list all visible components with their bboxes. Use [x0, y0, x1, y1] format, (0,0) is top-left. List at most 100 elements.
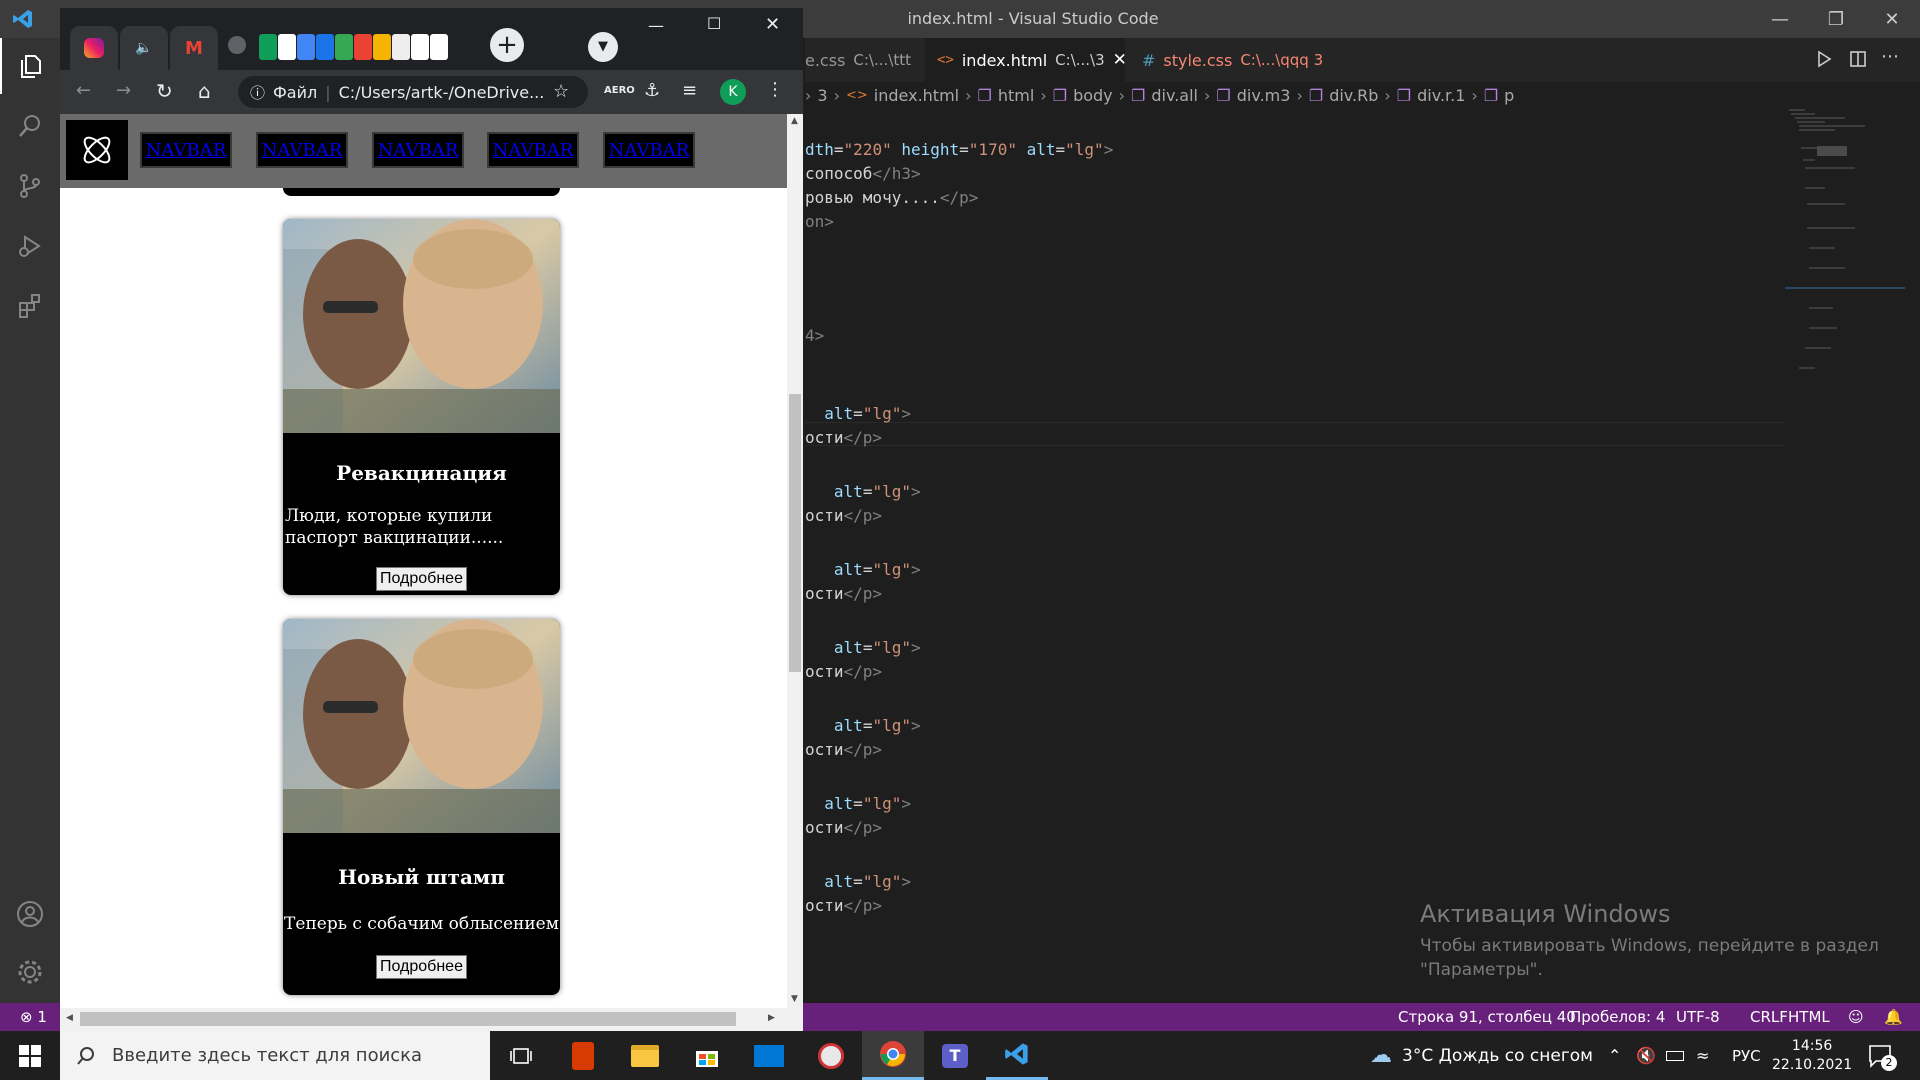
- vertical-scrollbar[interactable]: ▲ ▼: [787, 114, 803, 1008]
- explorer-icon[interactable]: [0, 38, 60, 94]
- source-control-icon[interactable]: [0, 158, 60, 214]
- split-editor-icon[interactable]: [1849, 50, 1867, 72]
- line-ending[interactable]: CRLF: [1750, 1008, 1788, 1026]
- more-actions-icon[interactable]: ⋯: [1881, 46, 1899, 67]
- microsoft-store-icon[interactable]: [676, 1031, 738, 1080]
- extensions-puzzle-icon[interactable]: ⚓: [644, 80, 660, 101]
- breadcrumb-item[interactable]: div.all: [1151, 86, 1198, 105]
- aero-extension-icon[interactable]: AERO: [604, 85, 635, 96]
- tab-mini-favicon-icon[interactable]: [297, 34, 315, 60]
- scroll-left-arrow-icon[interactable]: ◀: [66, 1013, 73, 1023]
- details-button[interactable]: Подробнее: [376, 955, 467, 979]
- chrome-taskbar-icon[interactable]: [862, 1031, 924, 1080]
- task-view-icon[interactable]: [490, 1031, 552, 1080]
- tab-instagram[interactable]: [70, 26, 118, 70]
- breadcrumb-item[interactable]: html: [998, 86, 1034, 105]
- paint-icon[interactable]: [800, 1031, 862, 1080]
- run-icon[interactable]: [1815, 50, 1833, 72]
- wifi-icon[interactable]: ≈: [1696, 1031, 1709, 1080]
- nav-link[interactable]: NAVBAR: [609, 140, 690, 161]
- extensions-icon[interactable]: [0, 278, 60, 334]
- breadcrumb-item[interactable]: index.html: [874, 86, 959, 105]
- code-editor[interactable]: dth="220" height="170" alt="lg"> сопособ<…: [805, 130, 1785, 1000]
- run-debug-icon[interactable]: [0, 218, 60, 274]
- minimap[interactable]: [1785, 108, 1905, 1008]
- address-bar[interactable]: ⓘ Файл | C:/Users/artk-/OneDrive...: [238, 76, 588, 108]
- minimize-icon[interactable]: —: [648, 16, 664, 35]
- tab-mini-favicon-icon[interactable]: [278, 34, 296, 60]
- clock[interactable]: 14:56 22.10.2021: [1772, 1031, 1852, 1080]
- profile-avatar[interactable]: K: [720, 79, 746, 105]
- vscode-taskbar-icon[interactable]: [986, 1031, 1048, 1080]
- tab-mini-favicon-icon[interactable]: [316, 34, 334, 60]
- tab-gmail[interactable]: M: [170, 26, 218, 70]
- mail-icon[interactable]: [738, 1031, 800, 1080]
- notifications-bell-icon[interactable]: 🔔: [1884, 1008, 1903, 1026]
- scrollbar-thumb[interactable]: [789, 394, 801, 672]
- tab-mini-favicon-icon[interactable]: [411, 34, 429, 60]
- nav-item[interactable]: NAVBAR: [140, 132, 232, 168]
- maximize-icon[interactable]: ☐: [707, 14, 721, 33]
- breadcrumb-item[interactable]: p: [1504, 86, 1514, 105]
- nav-link[interactable]: NAVBAR: [378, 140, 459, 161]
- search-icon[interactable]: [0, 98, 60, 154]
- breadcrumb-item[interactable]: div.r.1: [1417, 86, 1465, 105]
- indentation[interactable]: Пробелов: 4: [1570, 1008, 1665, 1026]
- site-logo[interactable]: [66, 120, 128, 180]
- tab-search-chevron-icon[interactable]: ▼: [588, 32, 618, 62]
- accounts-icon[interactable]: [0, 886, 60, 942]
- bookmark-star-icon[interactable]: ☆: [553, 81, 569, 102]
- tab-mini-favicon-icon[interactable]: [430, 34, 448, 60]
- feedback-icon[interactable]: ☺: [1848, 1008, 1864, 1026]
- tab-index-html[interactable]: <> index.html C:\...\3 ✕: [925, 38, 1127, 82]
- nav-item[interactable]: NAVBAR: [603, 132, 695, 168]
- tab-mini-favicon-icon[interactable]: [335, 34, 353, 60]
- battery-icon[interactable]: [1666, 1031, 1684, 1080]
- home-icon[interactable]: ⌂: [198, 79, 211, 103]
- tray-chevron-up-icon[interactable]: ⌃: [1608, 1031, 1621, 1080]
- nav-link[interactable]: NAVBAR: [262, 140, 343, 161]
- media-queue-icon[interactable]: ≡: [682, 80, 697, 101]
- nav-item[interactable]: NAVBAR: [256, 132, 348, 168]
- scrollbar-thumb[interactable]: [80, 1012, 736, 1026]
- tab-mini-favicon-icon[interactable]: [354, 34, 372, 60]
- restore-button[interactable]: ❐: [1808, 0, 1864, 38]
- tab-mini-favicon-icon[interactable]: [259, 34, 277, 60]
- cursor-position[interactable]: Строка 91, столбец 40: [1398, 1008, 1576, 1026]
- tab-mini-favicon-icon[interactable]: [373, 34, 391, 60]
- breadcrumb-item[interactable]: 3: [817, 86, 827, 105]
- file-explorer-icon[interactable]: [614, 1031, 676, 1080]
- breadcrumb-item[interactable]: body: [1073, 86, 1113, 105]
- reload-icon[interactable]: ↻: [156, 79, 173, 103]
- nav-item[interactable]: NAVBAR: [372, 132, 464, 168]
- new-tab-plus-icon[interactable]: +: [490, 28, 524, 62]
- breadcrumb-item[interactable]: div.Rb: [1329, 86, 1378, 105]
- details-button[interactable]: Подробнее: [376, 567, 467, 591]
- nav-link[interactable]: NAVBAR: [493, 140, 574, 161]
- taskbar-search-box[interactable]: Введите здесь текст для поиска: [60, 1031, 490, 1080]
- tab-favicon-icon[interactable]: [228, 36, 246, 54]
- language-mode[interactable]: HTML: [1788, 1008, 1830, 1026]
- office-app-icon[interactable]: [552, 1031, 614, 1080]
- tab-mini-favicon-icon[interactable]: [392, 34, 410, 60]
- back-arrow-icon[interactable]: ←: [76, 80, 91, 101]
- volume-muted-icon[interactable]: 🔇: [1636, 1031, 1656, 1080]
- input-language[interactable]: РУС: [1732, 1031, 1761, 1080]
- settings-gear-icon[interactable]: [0, 944, 60, 1000]
- tab-audio[interactable]: 🔈: [120, 26, 168, 70]
- scroll-right-arrow-icon[interactable]: ▶: [768, 1013, 775, 1023]
- close-icon[interactable]: ✕: [765, 14, 780, 35]
- nav-item[interactable]: NAVBAR: [487, 132, 579, 168]
- horizontal-scrollbar[interactable]: ◀ ▶: [60, 1008, 803, 1031]
- forward-arrow-icon[interactable]: →: [116, 80, 131, 101]
- menu-kebab-icon[interactable]: ⋮: [766, 79, 784, 100]
- close-button[interactable]: ✕: [1864, 0, 1920, 38]
- tab-e-css[interactable]: e.css C:\...\ttt: [793, 38, 923, 82]
- breadcrumb-item[interactable]: div.m3: [1237, 86, 1291, 105]
- nav-link[interactable]: NAVBAR: [146, 140, 227, 161]
- minimize-button[interactable]: —: [1752, 0, 1808, 38]
- teams-icon[interactable]: T: [924, 1031, 986, 1080]
- weather-widget[interactable]: ☁ 3°C Дождь со снегом: [1370, 1031, 1593, 1080]
- notification-center-icon[interactable]: 2: [1868, 1031, 1897, 1080]
- start-windows-icon[interactable]: [0, 1031, 60, 1080]
